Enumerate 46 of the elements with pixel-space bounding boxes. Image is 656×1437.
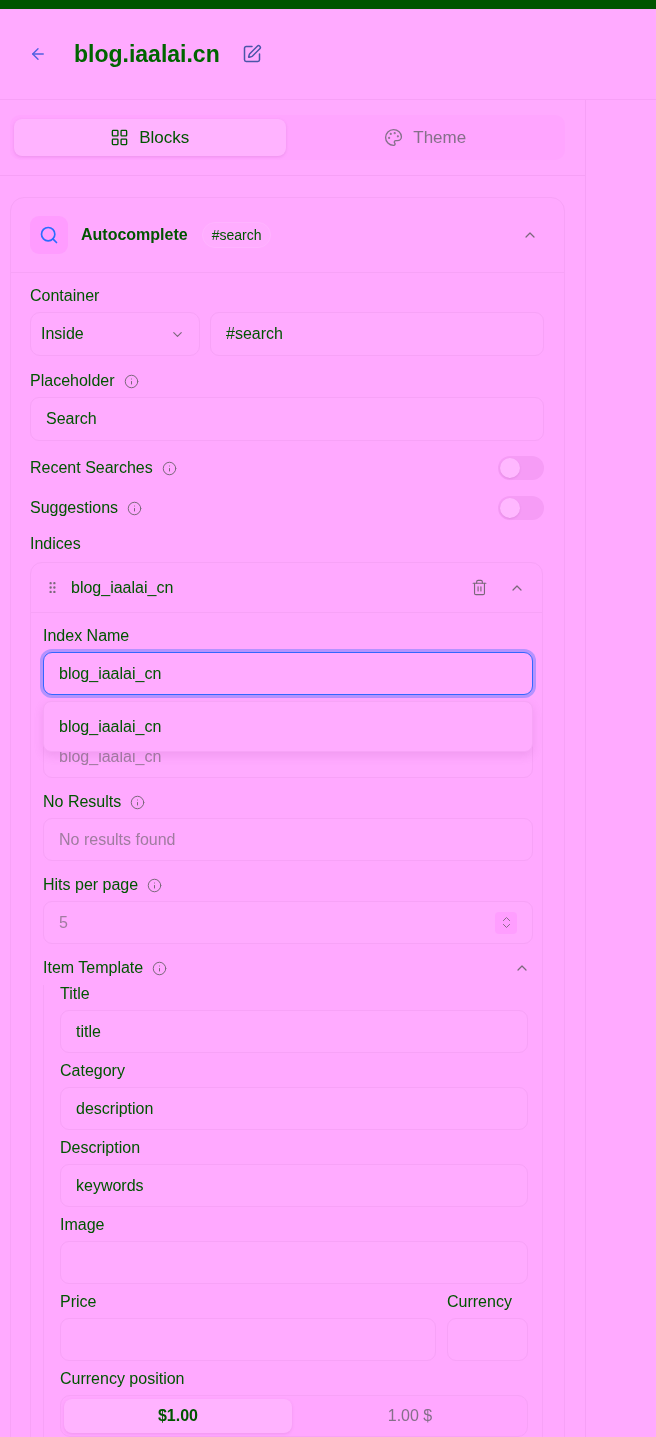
field-label: No Results <box>43 793 122 811</box>
field-label: Hits per page <box>43 876 139 894</box>
field-label: Item Template <box>43 959 144 977</box>
field-label: Price <box>60 1293 97 1311</box>
field-label: Index Name <box>43 627 130 645</box>
text-field[interactable]: keywords <box>60 1164 528 1207</box>
field-label: Placeholder <box>30 372 115 390</box>
page-title: blog.iaalai.cn <box>74 40 220 68</box>
spinner-icon[interactable] <box>495 911 517 934</box>
field-label: Image <box>60 1216 105 1234</box>
field-label: Suggestions <box>30 499 119 517</box>
text-field[interactable]: No results found <box>43 818 533 861</box>
segment-option[interactable]: $1.00 <box>64 1399 292 1433</box>
field-label: Category <box>60 1062 125 1080</box>
index-title: blog_iaalai_cn <box>71 578 174 597</box>
field-label: Currency position <box>60 1370 185 1388</box>
field-label: Currency <box>447 1293 512 1311</box>
info-icon[interactable] <box>152 960 168 976</box>
info-icon[interactable] <box>123 373 139 389</box>
info-icon[interactable] <box>130 794 146 810</box>
text-field[interactable]: description <box>60 1087 528 1130</box>
trash-icon[interactable] <box>471 579 488 596</box>
info-icon[interactable] <box>147 877 163 893</box>
field-label: Recent Searches <box>30 459 153 477</box>
text-field[interactable]: title <box>60 1010 528 1053</box>
toggle-switch[interactable] <box>498 496 544 520</box>
info-icon[interactable] <box>127 500 143 516</box>
tab[interactable]: Blocks <box>14 119 286 156</box>
field-label: Indices <box>30 535 81 553</box>
text-field[interactable]: blog_iaalai_cn <box>43 652 533 695</box>
grid-icon <box>110 128 130 147</box>
block-title: Autocomplete <box>81 226 188 244</box>
text-field[interactable]: Search <box>30 397 544 441</box>
pencil-icon[interactable] <box>241 44 262 64</box>
palette-icon <box>384 128 404 147</box>
field-label: Description <box>60 1139 141 1157</box>
suggestion-option[interactable]: blog_iaalai_cn <box>44 702 532 751</box>
field-label: Container <box>30 287 100 305</box>
text-field[interactable]: #search <box>210 312 544 356</box>
toggle-switch[interactable] <box>498 456 544 480</box>
selector-badge: #search <box>201 222 272 248</box>
select-field[interactable]: Inside <box>30 312 200 356</box>
number-field[interactable]: 5 <box>43 901 533 944</box>
field-label: Title <box>60 985 90 1003</box>
info-icon[interactable] <box>161 460 177 476</box>
search-icon <box>30 216 68 254</box>
